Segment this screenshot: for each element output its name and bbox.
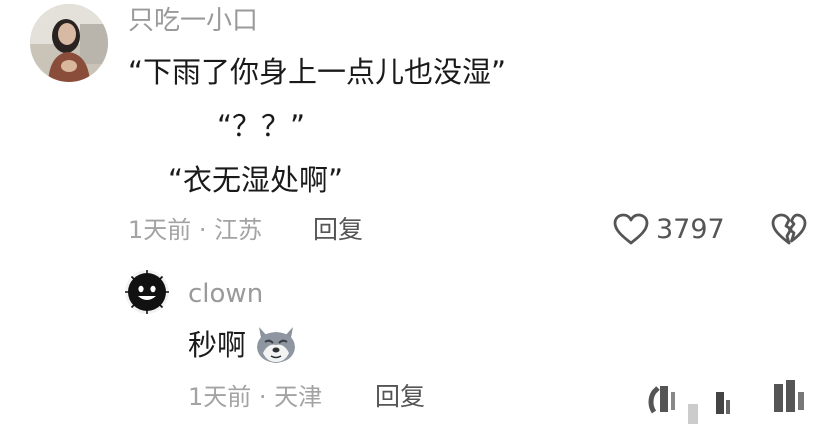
reply-text: 秒啊: [188, 328, 247, 362]
comment-text-line-3: “衣无湿处啊”: [168, 163, 344, 197]
broken-heart-icon[interactable]: [770, 212, 808, 248]
comment-reply-button[interactable]: 回复: [313, 217, 363, 242]
heart-icon[interactable]: [648, 378, 708, 424]
like-count: [712, 378, 742, 424]
wolf-emoji-icon: [254, 323, 298, 365]
reply-username[interactable]: clown: [188, 281, 263, 307]
broken-heart-icon[interactable]: [770, 378, 814, 424]
comment-username[interactable]: 只吃一小口: [128, 8, 258, 34]
comment-text-line-1: “下雨了你身上一点儿也没湿”: [128, 55, 507, 89]
avatar[interactable]: [30, 4, 108, 82]
avatar[interactable]: [125, 270, 169, 314]
heart-icon[interactable]: [612, 212, 652, 248]
like-count: 3797: [656, 214, 725, 245]
reply-reply-button[interactable]: 回复: [375, 384, 425, 409]
comment-text-line-2: “？？”: [217, 109, 306, 143]
reply-meta: 1天前 · 天津: [188, 383, 323, 411]
comment-meta: 1天前 · 江苏: [128, 216, 263, 244]
